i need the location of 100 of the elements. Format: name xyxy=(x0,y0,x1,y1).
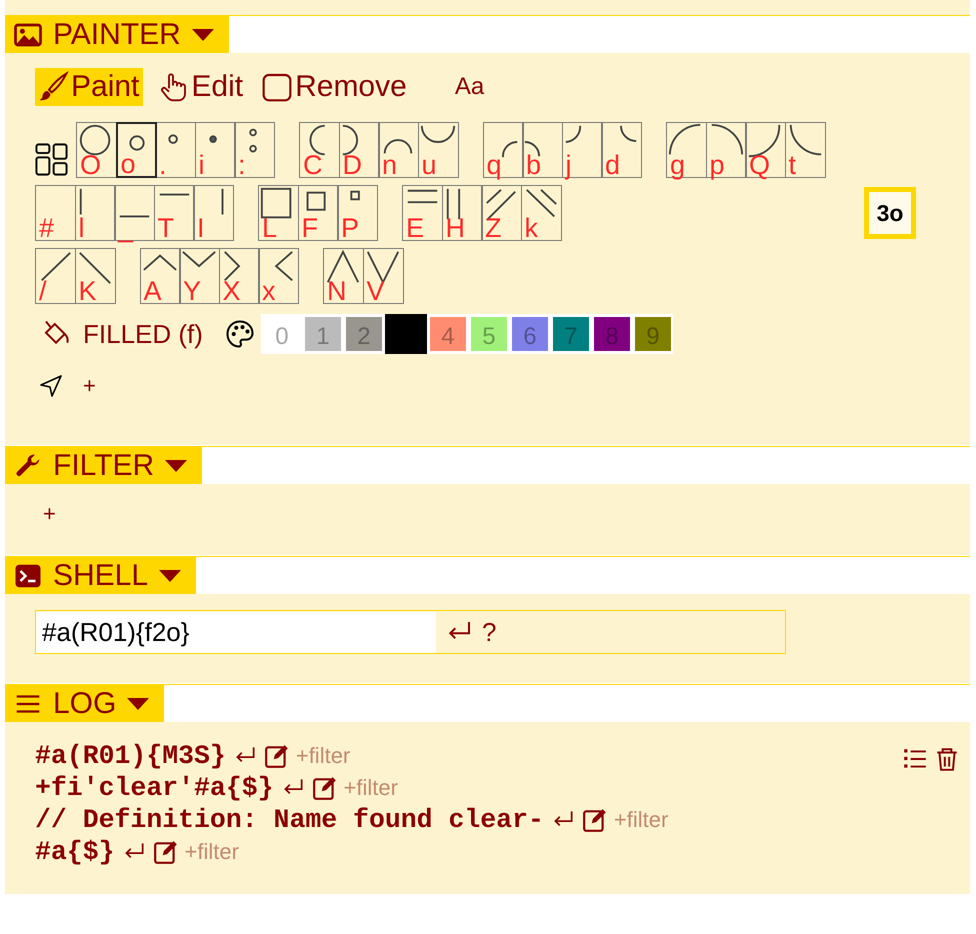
glyph-button[interactable]: H xyxy=(442,185,482,241)
stroke-icon xyxy=(342,124,358,156)
stroke-icon xyxy=(326,250,360,283)
edit-icon[interactable] xyxy=(152,839,179,865)
glyph-button[interactable]: D xyxy=(338,122,380,178)
glyph-button[interactable]: Y xyxy=(179,248,220,304)
stroke-icon xyxy=(159,194,189,196)
glyph-button[interactable]: # xyxy=(35,185,76,241)
glyph-button[interactable]: _ xyxy=(114,185,155,241)
glyph-button[interactable]: I xyxy=(193,185,234,241)
stroke-icon xyxy=(208,135,216,143)
glyph-button[interactable]: n xyxy=(378,122,419,178)
glyph-button[interactable]: K xyxy=(74,248,116,304)
stroke-icon xyxy=(274,251,293,282)
glyph-button[interactable]: b xyxy=(522,122,563,178)
glyph-button[interactable]: g xyxy=(666,122,707,178)
stroke-icon xyxy=(420,126,455,143)
stroke-icon xyxy=(128,135,144,151)
glyph-button[interactable]: o xyxy=(116,122,156,178)
color-swatch[interactable]: 4 xyxy=(430,317,466,351)
glyph-button[interactable]: V xyxy=(362,248,404,304)
log-command: #a{$} xyxy=(35,837,115,867)
stroke-icon xyxy=(41,252,71,282)
glyph-button[interactable]: / xyxy=(35,248,76,304)
add-button[interactable]: + xyxy=(43,501,56,527)
palette-icon[interactable] xyxy=(224,319,255,349)
glyph-button[interactable]: x xyxy=(258,248,299,304)
glyph-button[interactable]: C xyxy=(299,122,340,178)
stroke-icon xyxy=(789,124,821,156)
help-button[interactable]: ? xyxy=(482,616,496,648)
stroke-icon xyxy=(224,251,240,282)
color-swatch[interactable] xyxy=(384,314,427,354)
filter-link[interactable]: +filter xyxy=(296,743,350,769)
glyph-button[interactable]: F xyxy=(298,185,338,241)
stroke-icon xyxy=(310,124,325,156)
mode-tab[interactable]: Aa xyxy=(452,68,488,106)
glyph-button[interactable]: L xyxy=(258,185,299,241)
edit-icon[interactable] xyxy=(312,775,338,801)
glyph-button[interactable]: X xyxy=(218,248,260,304)
color-swatch[interactable]: 5 xyxy=(470,317,507,351)
glyph-button[interactable]: . xyxy=(155,122,196,178)
stroke-icon xyxy=(525,188,557,218)
glyph-button[interactable]: : xyxy=(234,122,275,178)
glyph-button[interactable]: d xyxy=(601,122,642,178)
stroke-icon xyxy=(79,188,82,214)
stroke-icon xyxy=(306,192,326,211)
glyph-button[interactable]: T xyxy=(154,185,194,241)
glyph-button[interactable]: A xyxy=(140,248,180,304)
glyph-button[interactable]: E xyxy=(402,185,443,241)
section-header[interactable]: LOG xyxy=(5,685,164,722)
square-icon xyxy=(261,71,294,103)
stroke-icon xyxy=(406,190,438,204)
glyph-button[interactable]: l xyxy=(74,185,116,241)
stroke-icon xyxy=(222,188,224,214)
stroke-icon xyxy=(182,251,216,268)
glyph-preview: 3o xyxy=(864,187,916,239)
stroke-icon xyxy=(565,126,581,143)
glyph-button[interactable]: p xyxy=(706,122,746,178)
stroke-icon xyxy=(350,190,360,200)
edit-icon[interactable] xyxy=(582,807,608,833)
section-header[interactable]: FILTER xyxy=(5,447,202,484)
filter-link[interactable]: +filter xyxy=(344,775,398,801)
glyph-button[interactable]: j xyxy=(562,122,602,178)
brush-icon xyxy=(37,71,69,103)
mode-tab[interactable]: Paint xyxy=(35,68,144,106)
add-button[interactable]: + xyxy=(81,373,98,399)
command-field[interactable]: #a(R01){f2o} ? xyxy=(35,610,786,654)
glyph-button[interactable]: P xyxy=(337,185,378,241)
filter-link[interactable]: +filter xyxy=(614,807,668,833)
fill-mode-label: FILLED (f) xyxy=(83,318,203,350)
stroke-icon xyxy=(260,188,292,218)
glyph-button[interactable]: i xyxy=(194,122,236,178)
glyph-button[interactable]: t xyxy=(784,122,826,178)
stroke-icon xyxy=(668,124,700,154)
color-swatch[interactable]: 6 xyxy=(512,317,548,351)
stroke-icon xyxy=(80,124,110,156)
section-header[interactable]: PAINTER xyxy=(5,16,229,53)
grid-icon[interactable] xyxy=(35,143,68,176)
glyph-button[interactable]: N xyxy=(323,248,364,304)
stroke-icon xyxy=(168,134,178,144)
log-command: // Definition: Name found clear- xyxy=(35,805,544,835)
stroke-icon xyxy=(524,141,540,156)
stroke-icon xyxy=(620,126,636,142)
mode-tab[interactable]: Remove xyxy=(259,68,411,106)
glyph-button[interactable]: q xyxy=(482,122,524,178)
glyph-button[interactable]: u xyxy=(418,122,458,178)
edit-icon[interactable] xyxy=(264,743,290,769)
log-command: +fi'clear'#a{$} xyxy=(35,773,274,803)
glyph-button[interactable]: Q xyxy=(745,122,786,178)
stroke-icon xyxy=(120,215,150,218)
send-icon[interactable] xyxy=(39,374,63,398)
section-header[interactable]: SHELL xyxy=(5,557,196,594)
stroke-icon xyxy=(711,124,743,154)
filter-link[interactable]: +filter xyxy=(184,839,239,865)
color-swatch[interactable]: 1 xyxy=(304,317,341,351)
glyph-button[interactable]: O xyxy=(76,122,117,178)
glyph-button[interactable]: Z xyxy=(481,185,522,241)
stroke-icon xyxy=(142,254,176,271)
glyph-button[interactable]: k xyxy=(520,185,562,241)
mode-tab[interactable]: Edit xyxy=(155,68,248,106)
